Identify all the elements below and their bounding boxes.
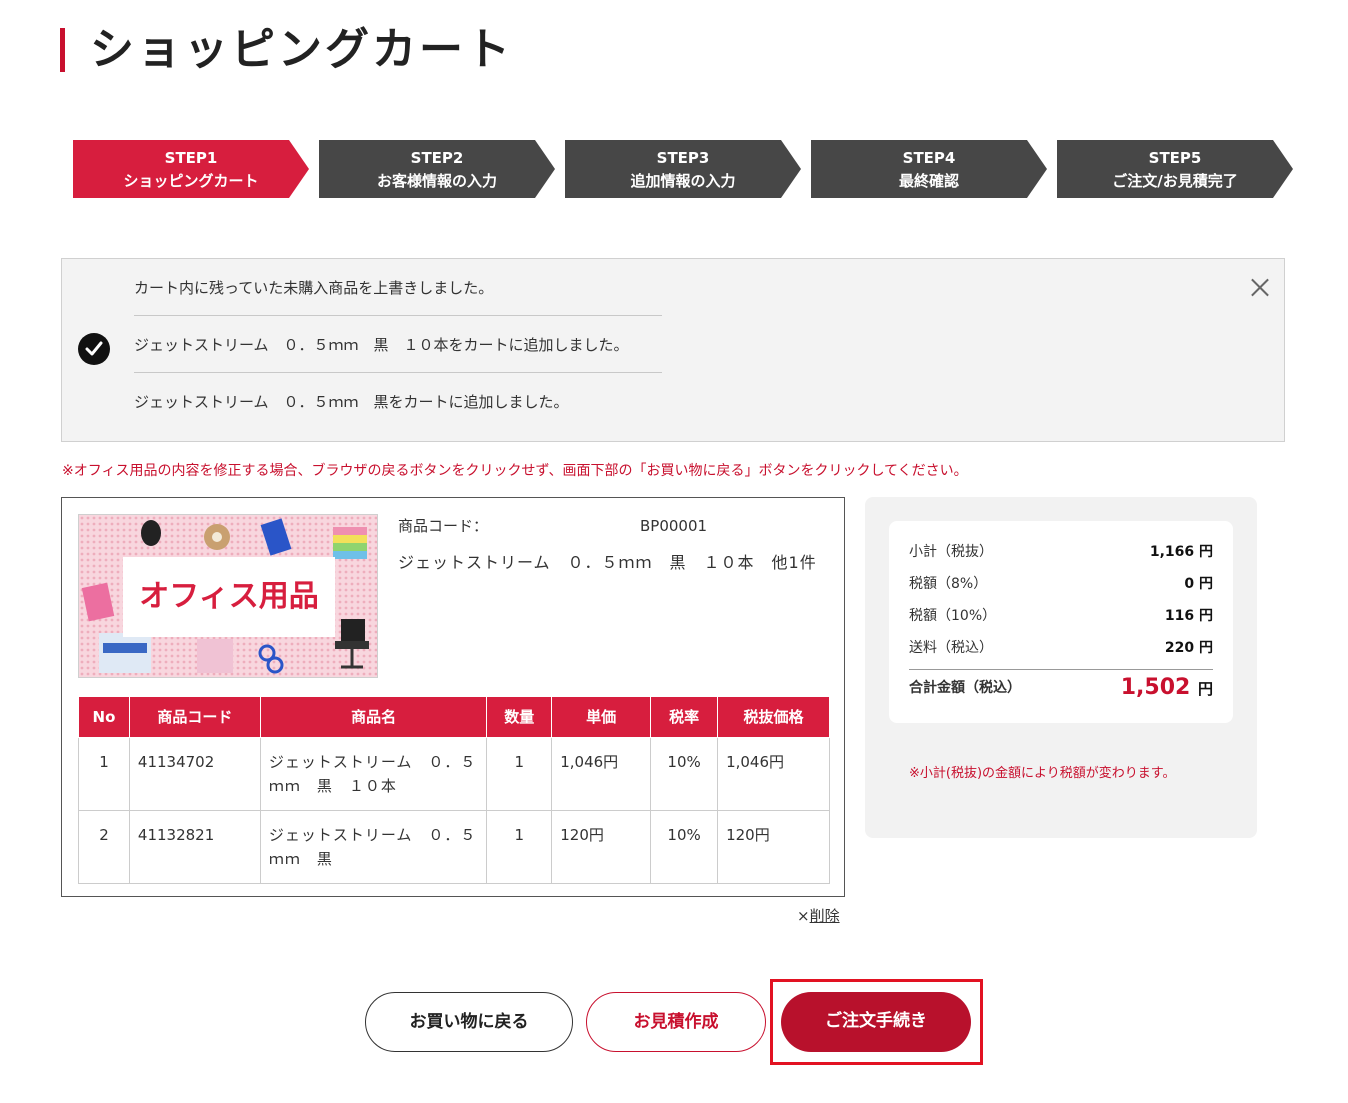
summary-label: 小計（税抜） (909, 544, 993, 560)
column-header: 商品コード (128, 697, 261, 738)
summary-value: 220 円 (1164, 640, 1213, 656)
step-2: STEP2 お客様情報の入力 (319, 140, 555, 198)
summary-row-tax-10: 税額（10%） 116 円 (909, 605, 1213, 627)
summary-card: 小計（税抜） 1,166 円 税額（8%） 0 円 税額（10%） 116 円 … (889, 521, 1233, 723)
cell-item-code: 41132821 (128, 809, 261, 884)
delete-prefix: × (797, 907, 810, 925)
step-label: ご注文/お見積完了 (1112, 172, 1238, 190)
table-header-row: No 商品コード 商品名 数量 単価 税率 税抜価格 (78, 697, 830, 738)
total-unit: 円 (1197, 680, 1213, 698)
step-label: 最終確認 (898, 172, 959, 190)
close-icon[interactable] (1250, 277, 1270, 297)
column-header: 数量 (486, 697, 553, 738)
cell-item-name: ジェットストリーム ０．５ｍｍ 黒 (259, 809, 488, 884)
step-number: STEP3 (656, 149, 710, 167)
cell-quantity: 1 (486, 809, 553, 884)
warning-text: ※オフィス用品の内容を修正する場合、ブラウザの戻るボタンをクリックせず、画面下部… (62, 463, 968, 479)
cart-notice: カート内に残っていた未購入商品を上書きしました。 ジェットストリーム ０．５ｍｍ… (61, 258, 1285, 442)
page-title: ショッピングカート (90, 24, 513, 75)
cell-unit-price: 1,046円 (551, 736, 652, 811)
step-number: STEP4 (902, 149, 956, 167)
delete-link[interactable]: ×削除 (797, 905, 840, 927)
column-header: 税抜価格 (717, 697, 830, 738)
summary-label: 送料（税込） (909, 640, 993, 656)
summary-value: 0 円 (1184, 576, 1213, 592)
column-header: 税率 (650, 697, 719, 738)
order-summary: 小計（税抜） 1,166 円 税額（8%） 0 円 税額（10%） 116 円 … (865, 497, 1257, 838)
product-name: ジェットストリーム ０．５ｍｍ 黒 １０本 他1件 (398, 553, 817, 572)
highlight-box (770, 979, 983, 1065)
delete-label[interactable]: 削除 (810, 907, 840, 925)
table-row: 1 41134702 ジェットストリーム ０．５ｍｍ 黒 １０本 1 1,046… (78, 736, 830, 811)
product-box: オフィス用品 商品コード： BP00001 ジェットストリーム ０．５ｍｍ 黒 … (61, 497, 845, 897)
create-quote-button[interactable]: お見積作成 (586, 992, 766, 1052)
step-4: STEP4 最終確認 (811, 140, 1047, 198)
cell-unit-price: 120円 (551, 809, 652, 884)
step-number: STEP2 (410, 149, 464, 167)
cell-tax-rate: 10% (650, 809, 719, 884)
total-label: 合計金額（税込） (909, 680, 1021, 696)
cell-no: 2 (78, 809, 130, 884)
notice-message: ジェットストリーム ０．５ｍｍ 黒をカートに追加しました。 (134, 372, 662, 412)
cell-price-excl-tax: 1,046円 (717, 736, 830, 811)
summary-row-subtotal: 小計（税抜） 1,166 円 (909, 541, 1213, 563)
summary-note: ※小計(税抜)の金額により税額が変わります。 (909, 766, 1176, 781)
summary-row-shipping: 送料（税込） 220 円 (909, 637, 1213, 659)
checkout-steps: STEP1 ショッピングカート STEP2 お客様情報の入力 STEP3 追加情… (73, 140, 1293, 198)
column-header: No (78, 697, 130, 738)
summary-divider (909, 669, 1213, 670)
column-header: 商品名 (259, 697, 488, 738)
step-label: お客様情報の入力 (376, 172, 497, 190)
total-value: 1,502 (1120, 675, 1191, 700)
cell-price-excl-tax: 120円 (717, 809, 830, 884)
step-label: 追加情報の入力 (630, 172, 736, 190)
summary-value: 1,166 円 (1149, 544, 1213, 560)
step-3: STEP3 追加情報の入力 (565, 140, 801, 198)
summary-label: 税額（10%） (909, 608, 997, 624)
total-amount: 1,502 円 (1121, 671, 1213, 706)
step-label: ショッピングカート (123, 172, 259, 190)
cell-quantity: 1 (486, 736, 553, 811)
summary-value: 116 円 (1164, 608, 1213, 624)
step-1: STEP1 ショッピングカート (73, 140, 309, 198)
table-row: 2 41132821 ジェットストリーム ０．５ｍｍ 黒 1 120円 10% … (78, 809, 830, 884)
product-code-value: BP00001 (640, 517, 708, 535)
cell-item-code: 41134702 (128, 736, 261, 811)
back-to-shopping-button[interactable]: お買い物に戻る (365, 992, 573, 1052)
banner-text: オフィス用品 (139, 579, 319, 614)
cart-items-table: No 商品コード 商品名 数量 単価 税率 税抜価格 1 41134702 ジェ… (78, 697, 830, 884)
check-circle-icon (78, 333, 110, 365)
step-5: STEP5 ご注文/お見積完了 (1057, 140, 1293, 198)
notice-message: カート内に残っていた未購入商品を上書きしました。 (134, 279, 494, 297)
step-number: STEP5 (1148, 149, 1202, 167)
title-accent-bar (60, 28, 65, 72)
column-header: 単価 (551, 697, 652, 738)
notice-message: ジェットストリーム ０．５ｍｍ 黒 １０本をカートに追加しました。 (134, 315, 662, 355)
product-code-label: 商品コード： (398, 517, 489, 535)
step-number: STEP1 (164, 149, 218, 167)
summary-label: 税額（8%） (909, 576, 988, 592)
cell-no: 1 (78, 736, 130, 811)
summary-row-tax-8: 税額（8%） 0 円 (909, 573, 1213, 595)
cell-item-name: ジェットストリーム ０．５ｍｍ 黒 １０本 (259, 736, 488, 811)
product-banner-image: オフィス用品 (78, 514, 378, 678)
cell-tax-rate: 10% (650, 736, 719, 811)
